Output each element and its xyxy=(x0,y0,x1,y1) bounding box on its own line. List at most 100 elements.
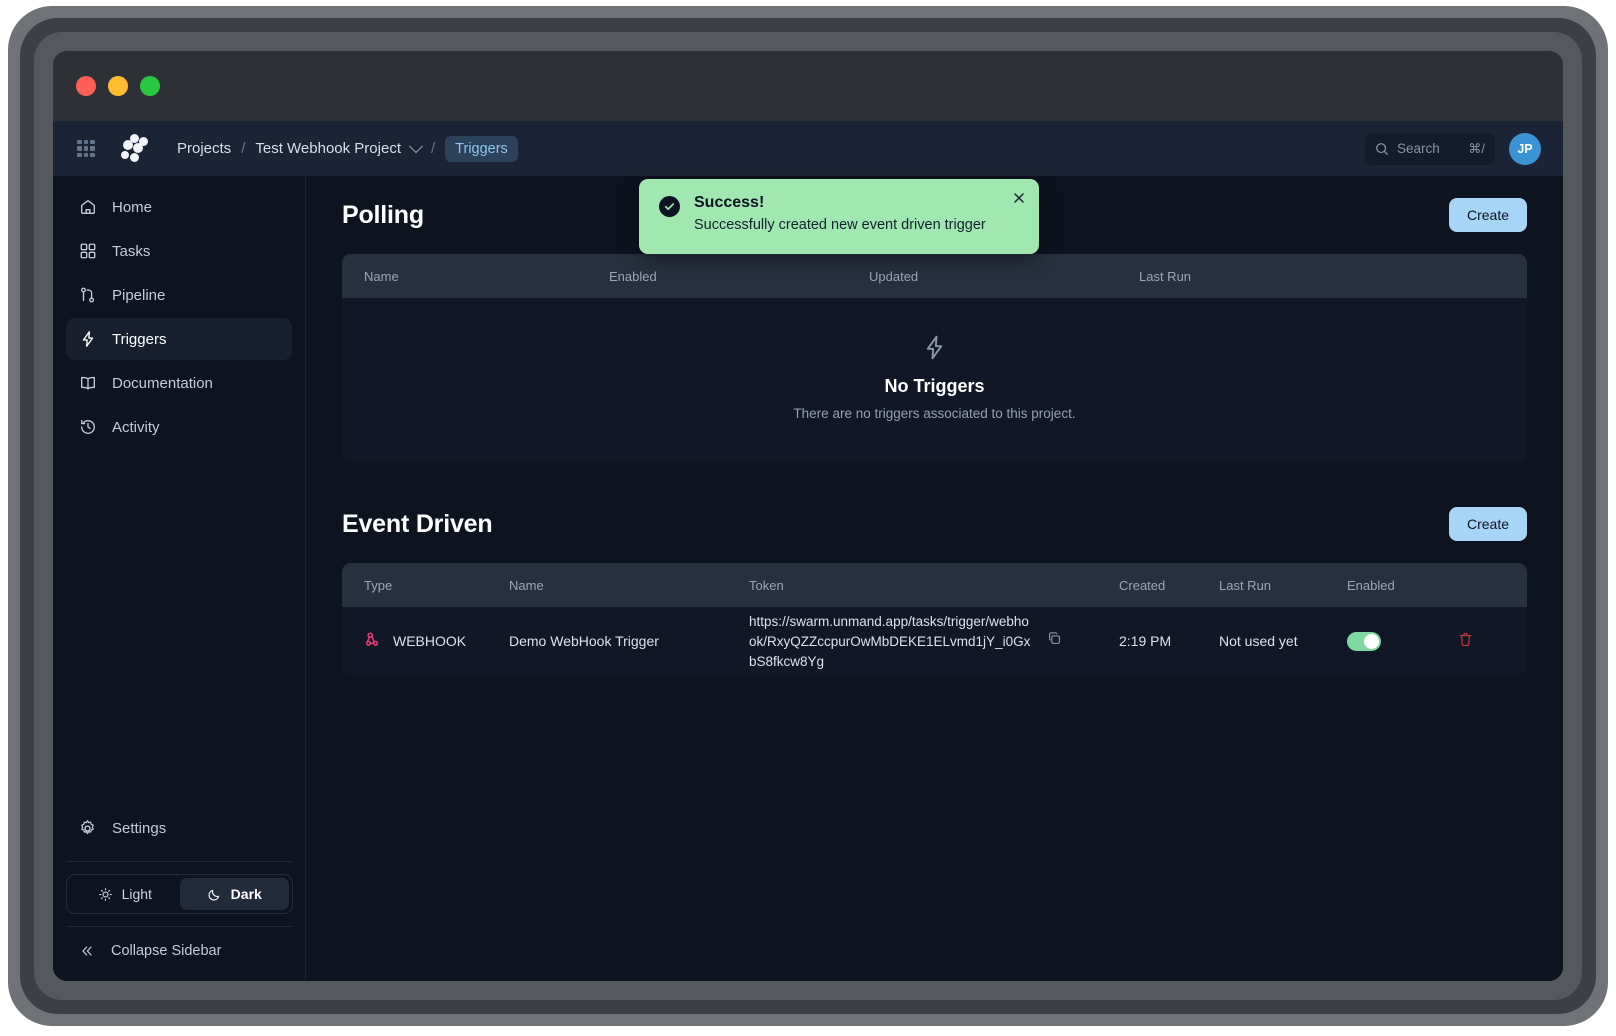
column-header-name: Name xyxy=(342,269,587,284)
chevron-down-icon[interactable] xyxy=(409,139,423,153)
breadcrumb: Projects / Test Webhook Project / Trigge… xyxy=(177,136,518,162)
column-header-type: Type xyxy=(342,578,487,593)
theme-dark-button[interactable]: Dark xyxy=(180,878,290,910)
column-header-token: Token xyxy=(727,578,1097,593)
polling-empty-state: No Triggers There are no triggers associ… xyxy=(342,298,1527,463)
cell-enabled xyxy=(1325,632,1435,651)
unmand-logo[interactable] xyxy=(119,134,149,164)
sidebar-item-label: Documentation xyxy=(112,375,213,392)
column-header-enabled: Enabled xyxy=(587,269,847,284)
collapse-sidebar-label: Collapse Sidebar xyxy=(111,943,221,959)
empty-state-subtitle: There are no triggers associated to this… xyxy=(342,406,1527,421)
copy-icon[interactable] xyxy=(1047,631,1062,649)
lightning-bolt-icon xyxy=(342,334,1527,366)
cell-token: https://swarm.unmand.app/tasks/trigger/w… xyxy=(727,610,1097,672)
app-window: Projects / Test Webhook Project / Trigge… xyxy=(53,51,1563,981)
sidebar-item-documentation[interactable]: Documentation xyxy=(66,362,292,404)
column-header-name: Name xyxy=(487,578,727,593)
sidebar-item-label: Tasks xyxy=(112,243,150,260)
theme-dark-label: Dark xyxy=(231,886,262,902)
cell-actions xyxy=(1435,631,1515,651)
collapse-sidebar-button[interactable]: Collapse Sidebar xyxy=(53,927,306,981)
breadcrumb-projects[interactable]: Projects xyxy=(177,140,231,157)
sidebar: Home Tasks xyxy=(53,176,306,981)
grid-apps-icon[interactable] xyxy=(77,140,95,158)
minimize-window-button[interactable] xyxy=(108,76,128,96)
gear-icon xyxy=(78,819,97,838)
theme-toggle: Light Dark xyxy=(66,874,293,914)
window-controls xyxy=(76,76,160,96)
sidebar-item-label: Home xyxy=(112,199,152,216)
sun-icon xyxy=(98,887,113,902)
sidebar-item-triggers[interactable]: Triggers xyxy=(66,318,292,360)
empty-state-title: No Triggers xyxy=(342,376,1527,397)
event-driven-section: Event Driven Create Type Name Token Crea… xyxy=(306,485,1563,675)
moon-icon xyxy=(207,887,222,902)
token-value: https://swarm.unmand.app/tasks/trigger/w… xyxy=(749,612,1033,672)
trash-icon[interactable] xyxy=(1457,635,1474,651)
cell-last-run: Not used yet xyxy=(1197,633,1325,649)
sidebar-nav: Home Tasks xyxy=(53,176,305,448)
column-header-last-run: Last Run xyxy=(1197,578,1325,593)
maximize-window-button[interactable] xyxy=(140,76,160,96)
webhook-icon xyxy=(364,631,381,651)
book-icon xyxy=(78,374,97,393)
breadcrumb-project-name[interactable]: Test Webhook Project xyxy=(255,140,401,157)
breadcrumb-separator-2: / xyxy=(431,140,435,157)
sidebar-divider-1 xyxy=(66,861,293,862)
sidebar-item-label: Pipeline xyxy=(112,287,165,304)
column-header-enabled: Enabled xyxy=(1325,578,1435,593)
search-icon xyxy=(1375,142,1389,156)
event-driven-title: Event Driven xyxy=(342,510,492,539)
column-header-updated: Updated xyxy=(847,269,1117,284)
breadcrumb-separator-1: / xyxy=(241,140,245,157)
close-window-button[interactable] xyxy=(76,76,96,96)
column-header-created: Created xyxy=(1097,578,1197,593)
grid-squares-icon xyxy=(78,242,97,261)
enabled-toggle-switch[interactable] xyxy=(1347,632,1381,651)
sidebar-item-label: Activity xyxy=(112,419,160,436)
column-header-last-run: Last Run xyxy=(1117,269,1317,284)
sidebar-item-tasks[interactable]: Tasks xyxy=(66,230,292,272)
event-driven-table-header: Type Name Token Created Last Run Enabled xyxy=(342,563,1527,607)
topnav-right-group: Search ⌘/ JP xyxy=(1365,133,1541,165)
clock-history-icon xyxy=(78,418,97,437)
polling-table: Name Enabled Updated Last Run No Trigger… xyxy=(342,254,1527,463)
search-shortcut-hint: ⌘/ xyxy=(1468,141,1485,157)
breadcrumb-current-triggers[interactable]: Triggers xyxy=(445,136,518,162)
chevron-double-left-icon xyxy=(79,943,95,959)
window-titlebar xyxy=(53,51,1563,121)
device-frame: Projects / Test Webhook Project / Trigge… xyxy=(0,0,1616,1036)
pipeline-icon xyxy=(78,286,97,305)
sidebar-item-settings[interactable]: Settings xyxy=(66,807,293,849)
sidebar-settings-label: Settings xyxy=(112,820,166,837)
cell-type: WEBHOOK xyxy=(342,631,487,651)
sidebar-item-home[interactable]: Home xyxy=(66,186,292,228)
polling-table-header: Name Enabled Updated Last Run xyxy=(342,254,1527,298)
avatar[interactable]: JP xyxy=(1509,133,1541,165)
top-navigation-bar: Projects / Test Webhook Project / Trigge… xyxy=(53,121,1563,176)
sidebar-bottom: Settings Light xyxy=(53,807,306,981)
search-input[interactable]: Search ⌘/ xyxy=(1365,133,1495,165)
home-icon xyxy=(78,198,97,217)
check-circle-icon xyxy=(659,196,680,217)
search-placeholder: Search xyxy=(1397,141,1440,156)
sidebar-item-pipeline[interactable]: Pipeline xyxy=(66,274,292,316)
event-driven-table: Type Name Token Created Last Run Enabled xyxy=(342,563,1527,675)
sidebar-item-activity[interactable]: Activity xyxy=(66,406,292,448)
polling-create-button[interactable]: Create xyxy=(1449,198,1527,232)
success-toast: Success! Successfully created new event … xyxy=(639,179,1039,254)
event-driven-create-button[interactable]: Create xyxy=(1449,507,1527,541)
lightning-bolt-icon xyxy=(78,330,97,349)
polling-title: Polling xyxy=(342,201,424,230)
toast-text-group: Success! Successfully created new event … xyxy=(694,194,986,254)
cell-created: 2:19 PM xyxy=(1097,633,1197,649)
table-row[interactable]: WEBHOOK Demo WebHook Trigger https://swa… xyxy=(342,607,1527,675)
close-icon[interactable] xyxy=(1012,191,1026,210)
main-content: Polling Create Name Enabled Updated Last… xyxy=(306,176,1563,981)
cell-name: Demo WebHook Trigger xyxy=(487,633,727,649)
theme-light-label: Light xyxy=(122,886,152,902)
toast-title: Success! xyxy=(694,194,986,212)
cell-type-label: WEBHOOK xyxy=(393,633,466,649)
theme-light-button[interactable]: Light xyxy=(70,878,180,910)
